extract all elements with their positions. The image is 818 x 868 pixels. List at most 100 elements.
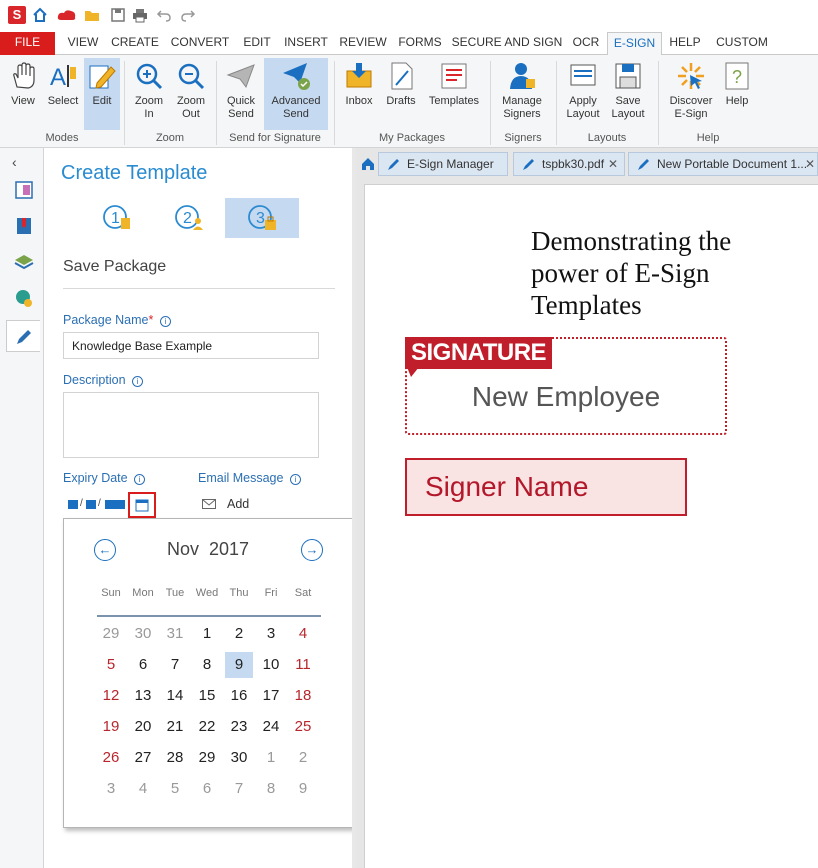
links-globe-icon[interactable] xyxy=(14,288,34,308)
calendar-day[interactable]: 17 xyxy=(257,683,285,709)
calendar-day[interactable]: 19 xyxy=(97,714,125,740)
tab-help[interactable]: HELP xyxy=(666,32,704,55)
tab-review[interactable]: REVIEW xyxy=(336,32,390,55)
tab-custom[interactable]: CUSTOM xyxy=(712,32,772,55)
edit-button[interactable]: Edit xyxy=(84,58,120,130)
calendar-day[interactable]: 11 xyxy=(289,652,317,678)
tab-create[interactable]: CREATE xyxy=(108,32,162,55)
calendar-day[interactable]: 25 xyxy=(289,714,317,740)
calendar-day[interactable]: 4 xyxy=(289,621,317,647)
tab-convert[interactable]: CONVERT xyxy=(167,32,233,55)
help-button[interactable]: ? Help xyxy=(720,58,754,130)
next-month-button[interactable]: → xyxy=(301,539,323,561)
calendar-day[interactable]: 26 xyxy=(97,745,125,771)
layers-icon[interactable] xyxy=(14,252,34,272)
tab-e-sign[interactable]: E-SIGN xyxy=(607,32,662,56)
calendar-day[interactable]: 8 xyxy=(257,776,285,802)
tab-forms[interactable]: FORMS xyxy=(395,32,445,55)
calendar-day[interactable]: 31 xyxy=(161,621,189,647)
calendar-day[interactable]: 9 xyxy=(225,652,253,678)
calendar-day[interactable]: 29 xyxy=(97,621,125,647)
close-icon[interactable]: ✕ xyxy=(805,153,815,175)
tab-ocr[interactable]: OCR xyxy=(566,32,606,55)
save-icon[interactable] xyxy=(110,7,126,23)
calendar-day[interactable]: 14 xyxy=(161,683,189,709)
home-tab-button[interactable] xyxy=(358,154,376,174)
open-folder-icon[interactable] xyxy=(84,7,100,23)
calendar-picker-button[interactable] xyxy=(128,492,156,518)
save-layout-button[interactable]: Save Layout xyxy=(606,58,650,130)
package-name-input[interactable] xyxy=(63,332,319,359)
calendar-day[interactable]: 20 xyxy=(129,714,157,740)
signer-name-field[interactable]: Signer Name xyxy=(405,458,687,516)
calendar-day[interactable]: 1 xyxy=(257,745,285,771)
inbox-button[interactable]: Inbox xyxy=(338,58,380,130)
close-icon[interactable]: ✕ xyxy=(608,153,618,175)
view-button[interactable]: View xyxy=(4,58,42,130)
undo-icon[interactable] xyxy=(156,7,172,23)
calendar-day[interactable]: 2 xyxy=(225,621,253,647)
calendar-day[interactable]: 8 xyxy=(193,652,221,678)
templates-button[interactable]: Templates xyxy=(424,58,484,130)
thumbnails-icon[interactable] xyxy=(14,180,34,200)
redo-icon[interactable] xyxy=(180,7,196,23)
tab-file[interactable]: FILE xyxy=(0,32,55,55)
calendar-day[interactable]: 5 xyxy=(97,652,125,678)
calendar-day[interactable]: 28 xyxy=(161,745,189,771)
calendar-day[interactable]: 16 xyxy=(225,683,253,709)
step-3-button[interactable]: 3 xyxy=(225,198,299,238)
date-year-segment[interactable] xyxy=(105,500,125,509)
doc-tab-esign-manager[interactable]: E-Sign Manager xyxy=(378,152,508,176)
calendar-day[interactable]: 7 xyxy=(161,652,189,678)
tab-insert[interactable]: INSERT xyxy=(281,32,331,55)
info-icon[interactable]: i xyxy=(289,474,301,485)
info-icon[interactable]: i xyxy=(159,316,171,327)
step-1-button[interactable]: 1 xyxy=(80,198,154,238)
home-icon[interactable] xyxy=(32,7,48,23)
calendar-day[interactable]: 5 xyxy=(161,776,189,802)
step-2-button[interactable]: 2 xyxy=(152,198,226,238)
calendar-day[interactable]: 3 xyxy=(97,776,125,802)
description-textarea[interactable] xyxy=(63,392,319,458)
tab-secure-and-sign[interactable]: SECURE AND SIGN xyxy=(451,32,563,55)
calendar-day[interactable]: 29 xyxy=(193,745,221,771)
select-button[interactable]: A Select xyxy=(44,58,82,130)
cloud-icon[interactable] xyxy=(56,7,78,23)
calendar-day[interactable]: 30 xyxy=(225,745,253,771)
calendar-day[interactable]: 13 xyxy=(129,683,157,709)
calendar-day[interactable]: 1 xyxy=(193,621,221,647)
doc-tab-new-portable-document[interactable]: New Portable Document 1... ✕ xyxy=(628,152,818,176)
add-email-message-button[interactable]: Add xyxy=(201,496,271,514)
date-day-segment[interactable] xyxy=(86,500,96,509)
apply-layout-button[interactable]: Apply Layout xyxy=(562,58,604,130)
calendar-day[interactable]: 3 xyxy=(257,621,285,647)
zoom-out-button[interactable]: Zoom Out xyxy=(172,58,210,130)
zoom-in-button[interactable]: Zoom In xyxy=(130,58,168,130)
calendar-day[interactable]: 22 xyxy=(193,714,221,740)
advanced-send-button[interactable]: Advanced Send xyxy=(264,58,328,130)
collapse-chevron-icon[interactable]: ‹ xyxy=(12,154,17,170)
print-icon[interactable] xyxy=(132,7,148,23)
signature-field[interactable]: SIGNATURE New Employee xyxy=(405,337,727,435)
info-icon[interactable]: i xyxy=(132,376,144,387)
esign-panel-tab[interactable] xyxy=(6,320,40,352)
tab-edit[interactable]: EDIT xyxy=(237,32,277,55)
drafts-button[interactable]: Drafts xyxy=(382,58,420,130)
calendar-day[interactable]: 9 xyxy=(289,776,317,802)
expiry-date-input[interactable]: / / xyxy=(68,498,126,510)
doc-tab-tspbk30[interactable]: tspbk30.pdf ✕ xyxy=(513,152,625,176)
info-icon[interactable]: i xyxy=(134,474,146,485)
calendar-day[interactable]: 27 xyxy=(129,745,157,771)
calendar-day[interactable]: 2 xyxy=(289,745,317,771)
quick-send-button[interactable]: Quick Send xyxy=(220,58,262,130)
tab-view[interactable]: VIEW xyxy=(62,32,104,55)
calendar-day[interactable]: 15 xyxy=(193,683,221,709)
date-month-segment[interactable] xyxy=(68,500,78,509)
calendar-day[interactable]: 7 xyxy=(225,776,253,802)
calendar-day[interactable]: 21 xyxy=(161,714,189,740)
bookmarks-icon[interactable] xyxy=(14,216,34,236)
calendar-day[interactable]: 10 xyxy=(257,652,285,678)
manage-signers-button[interactable]: Manage Signers xyxy=(494,58,550,130)
calendar-day[interactable]: 6 xyxy=(129,652,157,678)
discover-esign-button[interactable]: Discover E-Sign xyxy=(664,58,718,130)
